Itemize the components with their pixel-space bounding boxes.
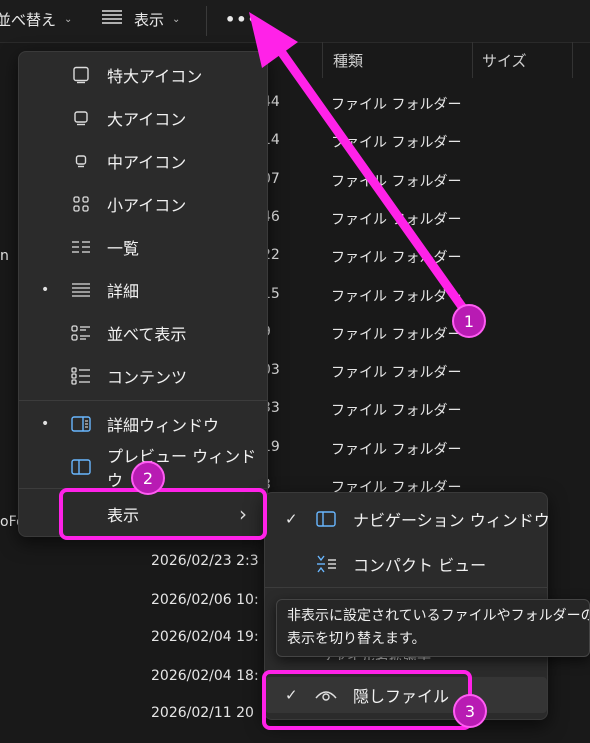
highlight-show-item: [59, 488, 267, 540]
step-badge-3: 3: [453, 694, 487, 728]
annotation-arrow: [249, 12, 475, 323]
highlight-hidden-files: [262, 670, 472, 730]
step-badge-2: 2: [131, 461, 165, 495]
step-badge-1: 1: [452, 304, 486, 338]
